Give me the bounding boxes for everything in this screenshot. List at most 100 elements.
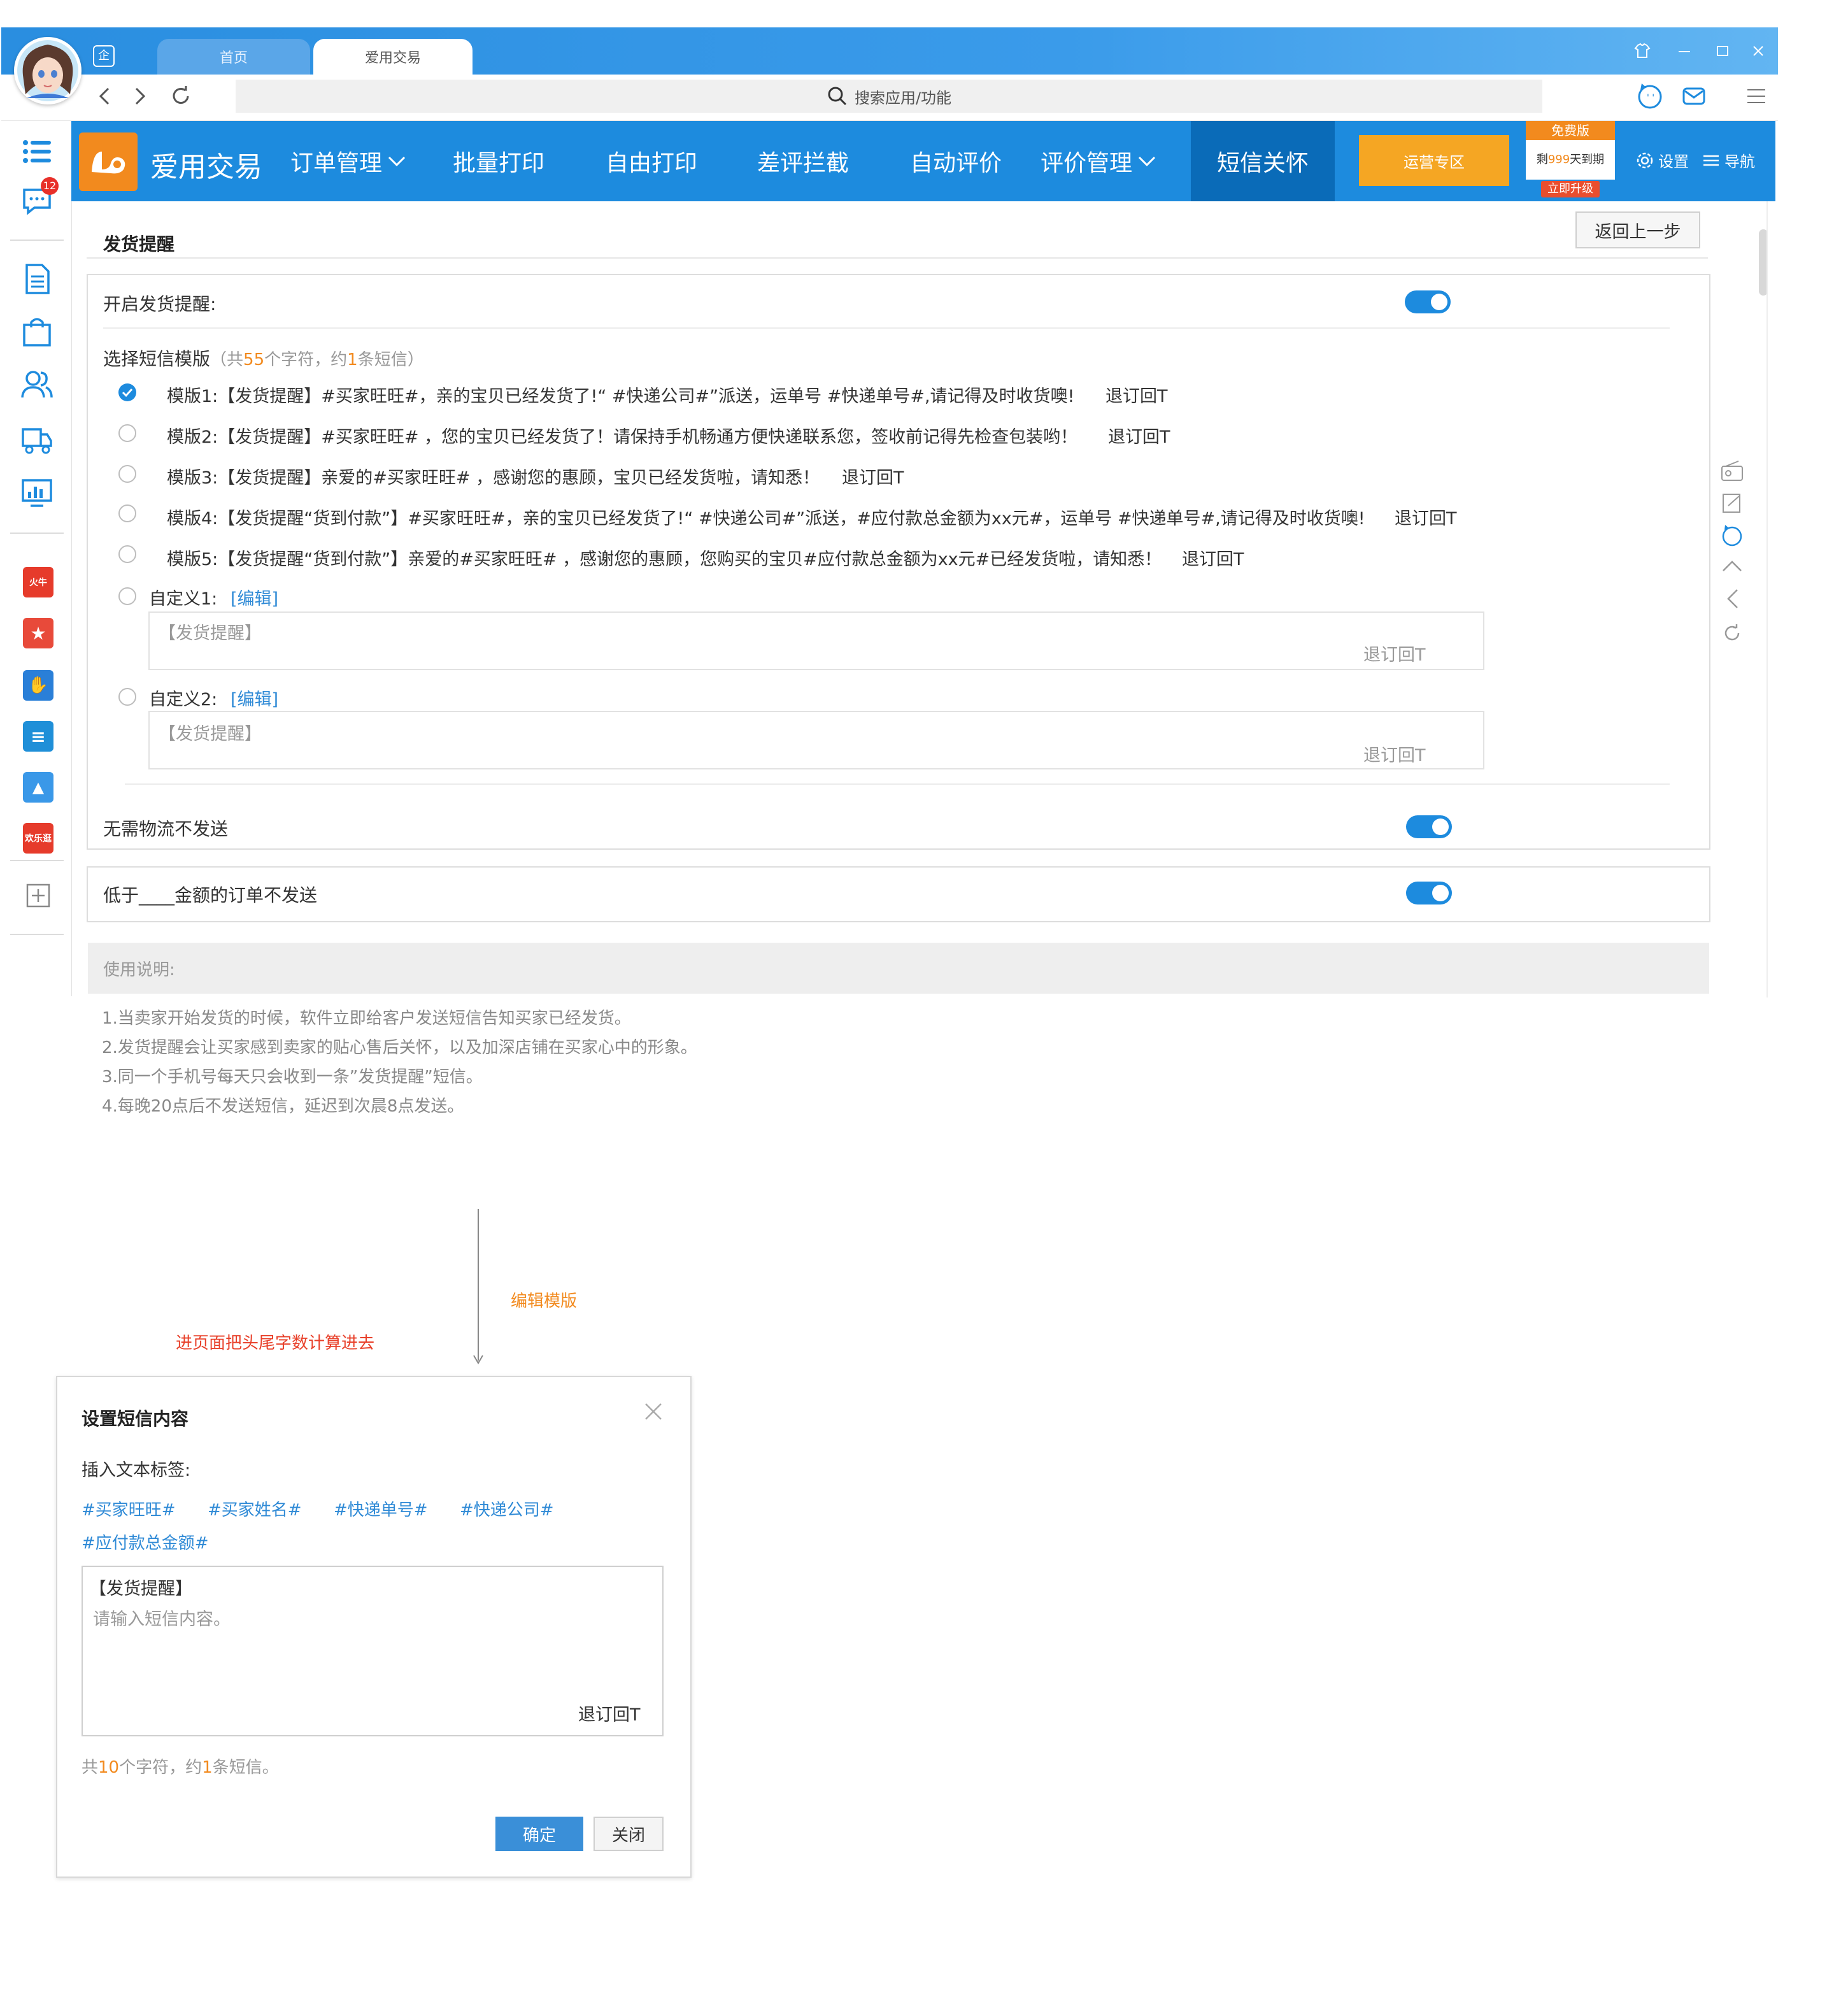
enable-reminder-toggle[interactable] (1405, 290, 1451, 313)
below-amount-toggle[interactable] (1406, 882, 1452, 904)
nav-free-print[interactable]: 自由打印 (585, 121, 718, 201)
tag-courier-company[interactable]: #快递公司# (460, 1497, 554, 1520)
nav-bad-review-block[interactable]: 差评拦截 (736, 121, 870, 201)
users-icon[interactable] (20, 368, 53, 401)
radio-icon[interactable] (1719, 459, 1745, 487)
custom-1-placeholder: 【发货提醒】 (159, 624, 262, 643)
tag-tracking-number[interactable]: #快递单号# (334, 1497, 428, 1520)
nav-auto-review[interactable]: 自动评价 (889, 121, 1023, 201)
scroll-top-icon[interactable] (1719, 557, 1745, 578)
tag-buyer-name[interactable]: #买家姓名# (208, 1497, 302, 1520)
refresh-icon[interactable] (168, 83, 194, 111)
template-3-radio[interactable] (118, 465, 136, 483)
sms-content-dialog: 设置短信内容 插入文本标签: #买家旺旺# #买家姓名# #快递单号# #快递公… (56, 1376, 692, 1878)
template-2-radio[interactable] (118, 424, 136, 442)
app-mountain-icon[interactable]: ▲ (23, 772, 53, 803)
mail-icon[interactable] (1681, 83, 1707, 111)
custom-2-label: 自定义2: (149, 690, 218, 710)
browser-titlebar: 首页 爱用交易 企 (1, 27, 1778, 75)
app-list-icon[interactable]: ≡ (23, 721, 53, 752)
custom-2-radio[interactable] (118, 688, 136, 706)
user-avatar[interactable] (14, 37, 82, 104)
nav-order-management[interactable]: 订单管理 (281, 121, 415, 201)
no-logistics-toggle[interactable] (1406, 815, 1452, 838)
navigation-link[interactable]: 导航 (1702, 149, 1755, 171)
free-version-title: 免费版 (1526, 121, 1615, 140)
custom-1-edit-link[interactable]: [编辑] (231, 585, 278, 610)
cat-assistant-icon[interactable] (1719, 522, 1745, 550)
below-amount-label: 低于____金额的订单不发送 (103, 885, 318, 906)
custom-2-textbox[interactable]: 【发货提醒】 退订回T (148, 711, 1484, 769)
forward-arrow-icon[interactable] (129, 85, 150, 110)
annotation-count-note: 进页面把头尾字数计算进去 (176, 1334, 375, 1353)
template-5-text[interactable]: 模版5:【发货提醒“货到付款”】亲爱的#买家旺旺# ，感谢您的惠顾，您购买的宝贝… (167, 545, 1162, 570)
sms-content-textarea[interactable]: 【发货提醒】 请输入短信内容。 退订回T (82, 1566, 664, 1736)
template-3-unsubscribe: 退订回T (842, 468, 904, 488)
template-1-radio[interactable] (118, 383, 136, 401)
gear-icon (1637, 152, 1653, 168)
app-search-input[interactable]: 搜索应用/功能 (236, 80, 1542, 113)
ops-zone-button[interactable]: 运营专区 (1359, 135, 1509, 186)
template-3-text[interactable]: 模版3:【发货提醒】亲爱的#买家旺旺# ，感谢您的惠顾，宝贝已经发货啦，请知悉！ (167, 464, 820, 489)
notification-cat-icon[interactable]: ' ' (1635, 81, 1665, 113)
tab-aiyong-trade[interactable]: 爱用交易 (313, 39, 473, 75)
chart-monitor-icon[interactable] (20, 476, 53, 510)
maximize-icon[interactable] (1712, 41, 1733, 63)
nav-review-management[interactable]: 评价管理 (1032, 121, 1165, 201)
usage-note-3: 3.同一个手机号每天只会收到一条”发货提醒”短信。 (102, 1068, 483, 1087)
usage-header: 使用说明: (88, 943, 1709, 994)
template-4-radio[interactable] (118, 504, 136, 522)
edit-note-icon[interactable] (1719, 490, 1745, 518)
document-icon[interactable] (20, 262, 53, 296)
menu-icon[interactable] (1745, 85, 1768, 110)
custom-1-textbox[interactable]: 【发货提醒】 退订回T (148, 611, 1484, 670)
delivery-truck-icon[interactable] (20, 423, 53, 456)
nav-batch-print[interactable]: 批量打印 (432, 121, 565, 201)
refresh-page-icon[interactable] (1721, 622, 1744, 647)
page-title: 发货提醒 (103, 234, 175, 255)
below-amount-panel (87, 866, 1710, 922)
tag-buyer-wangwang[interactable]: #买家旺旺# (82, 1497, 176, 1520)
template-2-text[interactable]: 模版2:【发货提醒】#买家旺旺# ，您的宝贝已经发货了！请保持手机畅通方便快递联… (167, 423, 1077, 448)
custom-1-radio[interactable] (118, 587, 136, 605)
dialog-close-icon[interactable] (642, 1400, 665, 1426)
brand-title: 爱用交易 (150, 151, 262, 183)
confirm-button[interactable]: 确定 (495, 1817, 583, 1851)
sms-prefix: 【发货提醒】 (89, 1579, 192, 1599)
sms-placeholder: 请输入短信内容。 (93, 1610, 231, 1629)
sidebar-divider (10, 860, 64, 861)
tab-home[interactable]: 首页 (157, 39, 310, 75)
usage-title: 使用说明: (103, 961, 175, 980)
upgrade-now-button[interactable]: 立即升级 (1541, 181, 1600, 197)
app-star-icon[interactable]: ★ (23, 618, 53, 648)
back-step-button[interactable]: 返回上一步 (1575, 211, 1700, 248)
back-arrow-icon[interactable] (94, 85, 116, 110)
expire-text: 剩999天到期 (1526, 140, 1615, 180)
template-4-text[interactable]: 模版4:【发货提醒“货到付款”】#买家旺旺#，亲的宝贝已经发货了!“ #快递公司… (167, 504, 1365, 529)
list-icon[interactable] (20, 135, 53, 168)
custom-2-unsubscribe: 退订回T (1363, 746, 1426, 766)
app-huoniu-icon[interactable]: 火牛 (23, 567, 53, 597)
left-sidebar: 12 火牛 ★ ✋ ≡ ▲ 欢乐逛 (3, 121, 72, 996)
tag-total-amount[interactable]: #应付款总金额# (82, 1530, 209, 1554)
app-huanlegua-icon[interactable]: 欢乐逛 (23, 823, 53, 854)
search-icon (828, 87, 847, 106)
enterprise-icon[interactable]: 企 (93, 45, 115, 67)
template-1-text[interactable]: 模版1:【发货提醒】#买家旺旺#，亲的宝贝已经发货了!“ #快递公司#”派送，运… (167, 382, 1074, 407)
app-hand-icon[interactable]: ✋ (23, 670, 53, 701)
nav-sms-care[interactable]: 短信关怀 (1191, 121, 1335, 201)
add-app-icon[interactable] (25, 883, 51, 908)
close-button[interactable]: 关闭 (593, 1817, 664, 1851)
flow-arrow (471, 1209, 485, 1368)
shopping-bag-icon[interactable] (20, 315, 53, 348)
custom-2-edit-link[interactable]: [编辑] (231, 685, 278, 710)
back-icon[interactable] (1723, 586, 1742, 614)
usage-note-2: 2.发货提醒会让买家感到卖家的贴心售后关怀，以及加深店铺在买家心中的形象。 (102, 1038, 697, 1057)
message-count-badge: 12 (41, 177, 59, 195)
close-window-icon[interactable] (1747, 41, 1769, 63)
template-5-radio[interactable] (118, 545, 136, 563)
minimize-icon[interactable] (1674, 41, 1695, 63)
skin-icon[interactable] (1631, 41, 1653, 63)
row-divider (125, 783, 1670, 785)
settings-link[interactable]: 设置 (1635, 149, 1689, 171)
